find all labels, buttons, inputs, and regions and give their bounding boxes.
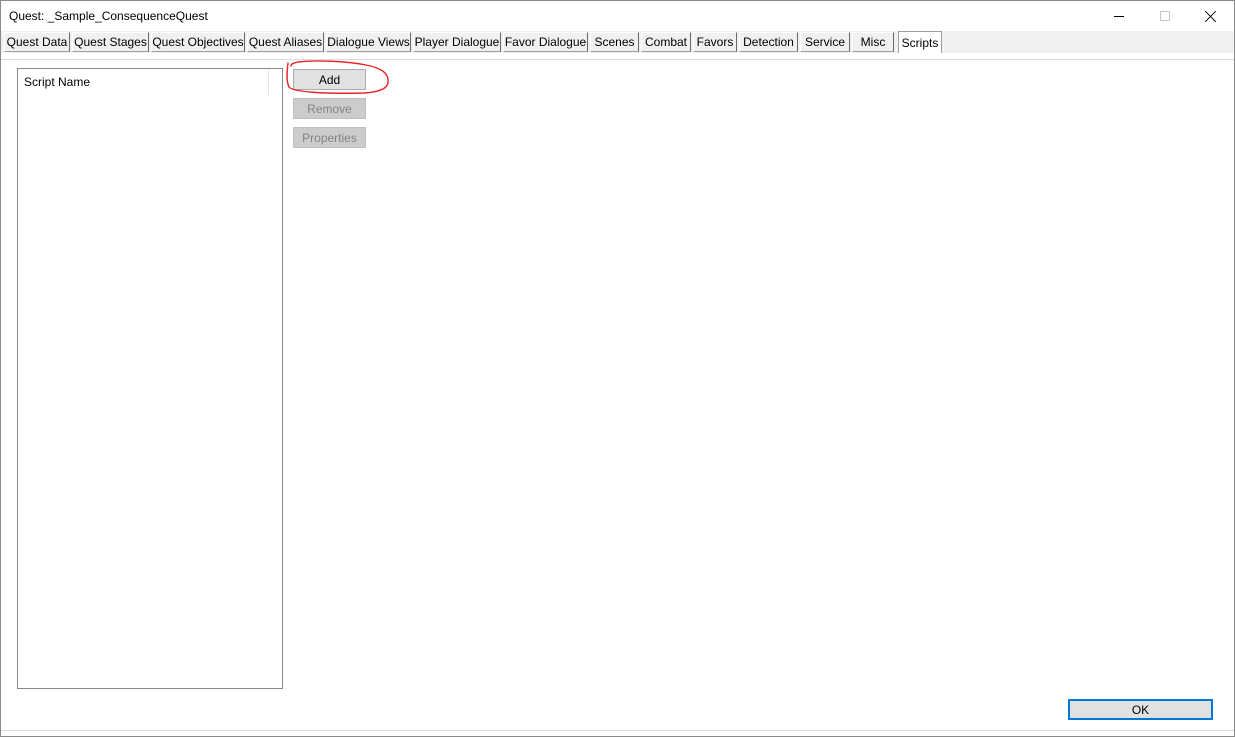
tab-page-divider — [1, 59, 1234, 60]
script-list[interactable]: Script Name — [17, 68, 283, 689]
tab-quest-stages[interactable]: Quest Stages — [72, 32, 149, 52]
maximize-icon — [1160, 11, 1170, 21]
bottom-divider — [1, 730, 1234, 731]
tab-quest-data[interactable]: Quest Data — [4, 32, 70, 52]
title-bar[interactable]: Quest: _Sample_ConsequenceQuest — [1, 1, 1234, 31]
quest-window: Quest: _Sample_ConsequenceQuest Quest Da… — [0, 0, 1235, 737]
properties-button[interactable]: Properties — [293, 127, 366, 148]
ok-button[interactable]: OK — [1068, 699, 1213, 720]
tab-detection[interactable]: Detection — [739, 32, 798, 52]
maximize-button — [1142, 1, 1188, 31]
tab-quest-objectives[interactable]: Quest Objectives — [151, 32, 245, 52]
close-icon — [1205, 10, 1217, 22]
tab-favors[interactable]: Favors — [693, 32, 737, 52]
tab-scenes[interactable]: Scenes — [590, 32, 639, 52]
tab-quest-aliases[interactable]: Quest Aliases — [247, 32, 324, 52]
script-name-column-header[interactable]: Script Name — [18, 69, 269, 95]
tab-player-dialogue[interactable]: Player Dialogue — [413, 32, 501, 52]
window-title: Quest: _Sample_ConsequenceQuest — [9, 9, 208, 23]
tab-misc[interactable]: Misc — [852, 32, 894, 52]
close-button[interactable] — [1188, 1, 1234, 31]
tab-combat[interactable]: Combat — [641, 32, 691, 52]
tab-strip: Quest Data Quest Stages Quest Objectives… — [1, 31, 1234, 53]
add-button[interactable]: Add — [293, 69, 366, 90]
tab-service[interactable]: Service — [800, 32, 850, 52]
minimize-button[interactable] — [1096, 1, 1142, 31]
tab-scripts[interactable]: Scripts — [898, 31, 942, 53]
tab-favor-dialogue[interactable]: Favor Dialogue — [503, 32, 588, 52]
tab-dialogue-views[interactable]: Dialogue Views — [326, 32, 411, 52]
minimize-icon — [1114, 15, 1124, 17]
remove-button[interactable]: Remove — [293, 98, 366, 119]
